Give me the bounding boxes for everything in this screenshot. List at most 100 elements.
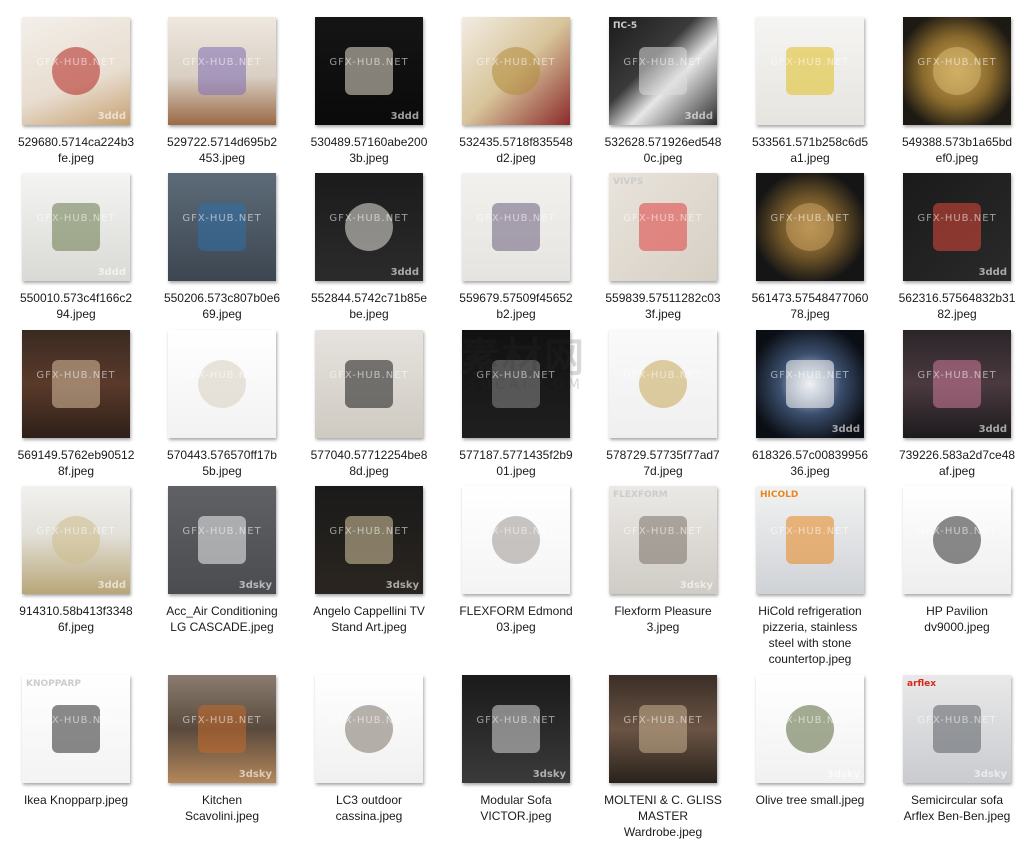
file-item[interactable]: GFX-HUB.NET VIVPS 559839.57511282c03 3f.jpe… [587,173,733,353]
file-item[interactable]: GFX-HUB.NET arflex 3dsky Semicircular sofa A… [881,675,1027,855]
file-name: Angelo Cappellini TV Stand Art.jpeg [293,603,445,635]
file-item[interactable]: GFX-HUB.NET 549388.573b1a65bd ef0.jpeg [881,17,1027,197]
file-name-line: 562316.57564832b31 [898,291,1016,305]
armchair-thumbnail[interactable]: GFX-HUB.NET [315,675,423,783]
file-name-line: 36.jpeg [790,464,830,478]
file-item[interactable]: GFX-HUB.NET 3dsky Acc_Air Conditioning LG C… [146,486,292,666]
file-name-line: 3b.jpeg [349,151,389,165]
gown-mannequins-thumbnail[interactable]: GFX-HUB.NET [168,330,276,438]
olive-tree-thumbnail[interactable]: GFX-HUB.NET 3dsky [756,675,864,783]
file-item[interactable]: GFX-HUB.NET 3ddd 530489.57160abe200 3b.jpeg [293,17,439,197]
thumbnail-watermark: GFX-HUB.NET [476,213,556,224]
file-item[interactable]: GFX-HUB.NET LC3 outdoor cassina.jpeg [293,675,439,855]
ornate-frames-thumbnail[interactable]: GFX-HUB.NET [462,17,570,125]
file-item[interactable]: GFX-HUB.NET 3ddd 529680.5714ca224b3 fe.jpeg [0,17,146,197]
thumbnail-motif [933,47,981,95]
thumbnail-brand-mark: 3dsky [238,769,272,780]
file-name-line: VICTOR.jpeg [480,809,552,823]
file-item[interactable]: GFX-HUB.NET 577187.5771435f2b9 01.jpeg [440,330,586,510]
sofa-thumbnail[interactable]: GFX-HUB.NET [462,486,570,594]
wardrobe-thumbnail[interactable]: GFX-HUB.NET [609,675,717,783]
file-name-line: 569149.5762eb90512 [17,448,135,462]
file-item[interactable]: GFX-HUB.NET HP Pavilion dv9000.jpeg [881,486,1027,666]
file-name-line: 69.jpeg [202,307,242,321]
gold-rosette-thumbnail[interactable]: GFX-HUB.NET [903,17,1011,125]
file-name: 577187.5771435f2b9 01.jpeg [440,447,592,479]
file-item[interactable]: GFX-HUB.NET KNOPPARP Ikea Knopparp.jpeg [0,675,146,855]
wedding-dress-thumbnail[interactable]: GFX-HUB.NET 3ddd [315,173,423,281]
file-item[interactable]: GFX-HUB.NET 3dsky Angelo Cappellini TV Stan… [293,486,439,666]
laptop-thumbnail[interactable]: GFX-HUB.NET [903,486,1011,594]
thumbnail-brand-mark: 3ddd [97,111,126,122]
file-item[interactable]: GFX-HUB.NET 3ddd 550010.573c4f166c2 94.jpeg [0,173,146,353]
file-item[interactable]: GFX-HUB.NET 532435.5718f835548 d2.jpeg [440,17,586,197]
file-item[interactable]: GFX-HUB.NET MOLTENI & C. GLISS MASTER Wardr… [587,675,733,855]
wood-blocks-thumbnail[interactable]: GFX-HUB.NET [22,330,130,438]
thumbnail-motif [52,516,100,564]
file-item[interactable]: GFX-HUB.NET FLEXFORM 3dsky Flexform Pleasur… [587,486,733,666]
thumbnail-brand-label: FLEXFORM [613,490,668,500]
file-item[interactable]: GFX-HUB.NET 529722.5714d695b2 453.jpeg [146,17,292,197]
damask-panel-thumbnail[interactable]: GFX-HUB.NET [462,330,570,438]
table-setting-thumbnail[interactable]: GFX-HUB.NET 3ddd [903,330,1011,438]
file-item[interactable]: GFX-HUB.NET 3dsky Modular Sofa VICTOR.jpeg [440,675,586,855]
file-item[interactable]: GFX-HUB.NET HICOLD HiCold refrigeration piz… [734,486,880,666]
file-item[interactable]: GFX-HUB.NET 578729.57735f77ad7 7d.jpeg [587,330,733,510]
file-item[interactable]: GFX-HUB.NET 3ddd 562316.57564832b31 82.jpeg [881,173,1027,353]
thumbnail-watermark: GFX-HUB.NET [36,715,116,726]
butterfly-art-thumbnail[interactable]: GFX-HUB.NET [609,330,717,438]
thumbnail-brand-mark: 3dsky [826,769,860,780]
file-item[interactable]: GFX-HUB.NET 3ddd 552844.5742c71b85e be.jpeg [293,173,439,353]
desk-decor-thumbnail[interactable]: GFX-HUB.NET 3ddd [22,173,130,281]
file-name-line: FLEXFORM Edmond [459,604,573,618]
file-item[interactable]: GFX-HUB.NET 577040.57712254be8 8d.jpeg [293,330,439,510]
file-name-line: Scavolini.jpeg [184,809,260,823]
tv-stand-thumbnail[interactable]: GFX-HUB.NET 3dsky [315,486,423,594]
decor-set-thumbnail[interactable]: GFX-HUB.NET [315,330,423,438]
thumbnail-brand-mark: 3ddd [831,424,860,435]
air-conditioner-thumbnail[interactable]: GFX-HUB.NET 3dsky [168,486,276,594]
file-name-line: 78.jpeg [790,307,830,321]
glass-vases-thumbnail[interactable]: GFX-HUB.NET 3ddd [315,17,423,125]
thumbnail-motif [198,360,246,408]
modular-sofa-thumbnail[interactable]: GFX-HUB.NET 3dsky [462,675,570,783]
file-item[interactable]: GFX-HUB.NET 569149.5762eb90512 8f.jpeg [0,330,146,510]
file-item[interactable]: GFX-HUB.NET 3ddd 618326.57c00839956 36.jpeg [734,330,880,510]
kitchen-thumbnail[interactable]: GFX-HUB.NET 3dsky [168,675,276,783]
thumbnail-motif [345,203,393,251]
curved-sofa-thumbnail[interactable]: GFX-HUB.NET arflex 3dsky [903,675,1011,783]
refrigerator-thumbnail[interactable]: GFX-HUB.NET HICOLD [756,486,864,594]
thumbnail-watermark: GFX-HUB.NET [329,213,409,224]
thumbnail-watermark: GFX-HUB.NET [917,715,997,726]
orchid-decor-thumbnail[interactable]: GFX-HUB.NET [756,17,864,125]
thumbnail-watermark: GFX-HUB.NET [917,57,997,68]
thumbnail-watermark: GFX-HUB.NET [770,57,850,68]
black-sofa-thumbnail[interactable]: GFX-HUB.NET KNOPPARP [22,675,130,783]
file-name-line: Stand Art.jpeg [331,620,407,634]
file-item[interactable]: GFX-HUB.NET FLEXFORM Edmond 03.jpeg [440,486,586,666]
file-item[interactable]: GFX-HUB.NET 561473.57548477060 78.jpeg [734,173,880,353]
file-item[interactable]: GFX-HUB.NET ПС-5 3ddd 532628.571926ed548 0c.… [587,17,733,197]
abstract-triptych-thumbnail[interactable]: GFX-HUB.NET [462,173,570,281]
blue-vases-thumbnail[interactable]: GFX-HUB.NET [168,173,276,281]
file-item[interactable]: GFX-HUB.NET 3ddd 914310.58b413f3348 6f.jpeg [0,486,146,666]
lavender-pot-thumbnail[interactable]: GFX-HUB.NET [168,17,276,125]
file-name-line: 532628.571926ed548 [604,135,722,149]
file-item[interactable]: GFX-HUB.NET 550206.573c807b0e6 69.jpeg [146,173,292,353]
round-mirror-thumbnail[interactable]: GFX-HUB.NET [756,173,864,281]
fruit-basket-thumbnail[interactable]: GFX-HUB.NET 3ddd [22,17,130,125]
file-item[interactable]: GFX-HUB.NET 3ddd 739226.583a2d7ce48 af.jpeg [881,330,1027,510]
wall-panel-thumbnail[interactable]: GFX-HUB.NET VIVPS [609,173,717,281]
file-item[interactable]: GFX-HUB.NET 533561.571b258c6d5 a1.jpeg [734,17,880,197]
parquet-floor-thumbnail[interactable]: GFX-HUB.NET 3ddd [22,486,130,594]
wave-panel-thumbnail[interactable]: GFX-HUB.NET ПС-5 3ddd [609,17,717,125]
file-item[interactable]: GFX-HUB.NET 570443.576570ff17b 5b.jpeg [146,330,292,510]
file-name: 577040.57712254be8 8d.jpeg [293,447,445,479]
sectional-sofa-thumbnail[interactable]: GFX-HUB.NET FLEXFORM 3dsky [609,486,717,594]
file-item[interactable]: GFX-HUB.NET 3dsky Olive tree small.jpeg [734,675,880,855]
framed-burst-thumbnail[interactable]: GFX-HUB.NET 3ddd [756,330,864,438]
file-item[interactable]: GFX-HUB.NET 3dsky Kitchen Scavolini.jpeg [146,675,292,855]
file-item[interactable]: GFX-HUB.NET 559679.57509f45652 b2.jpeg [440,173,586,353]
color-canvases-thumbnail[interactable]: GFX-HUB.NET 3ddd [903,173,1011,281]
file-name-line: 577040.57712254be8 [310,448,428,462]
